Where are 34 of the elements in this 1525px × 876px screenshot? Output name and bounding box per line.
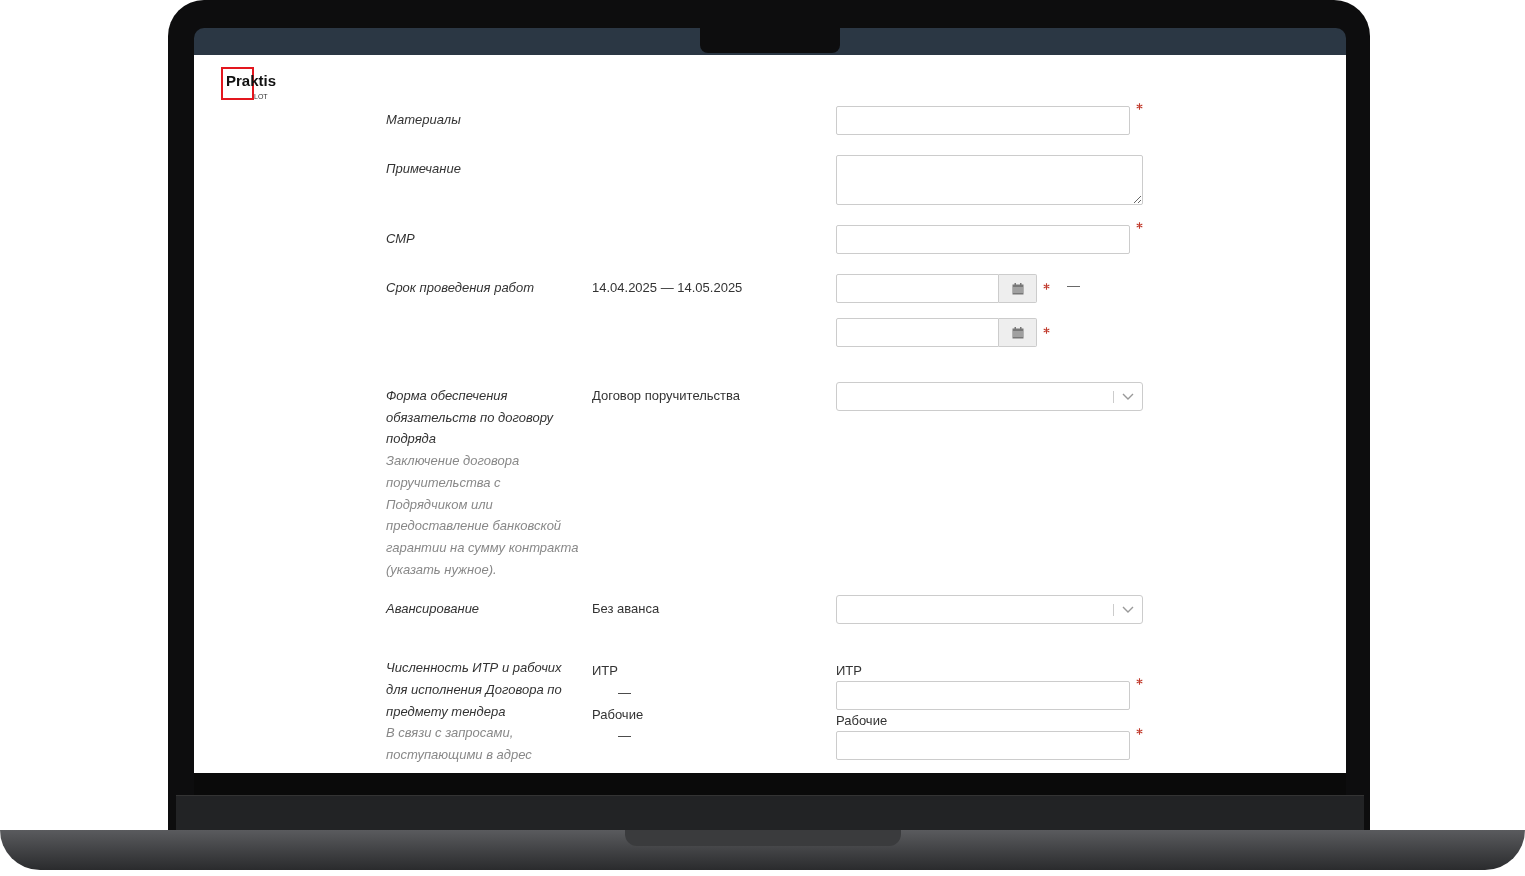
text-input[interactable]	[836, 106, 1130, 135]
field-label: Материалы	[386, 111, 462, 129]
field-label: Форма обеспечения обязательств по договору подряда	[386, 387, 555, 449]
field-label: Авансирование	[386, 600, 481, 619]
calendar-icon	[1011, 282, 1024, 295]
chevron-down-icon	[1122, 392, 1134, 401]
field-label: Срок проведения работ	[386, 279, 535, 297]
date-input[interactable]	[836, 318, 999, 347]
field-value: Без аванса	[592, 600, 661, 619]
field-label: Примечание	[386, 160, 462, 178]
text-input[interactable]	[836, 225, 1130, 254]
chevron-down-icon	[1122, 605, 1134, 614]
date-input[interactable]	[836, 274, 999, 303]
range-separator: —	[1067, 278, 1080, 293]
count-value: —	[617, 684, 632, 703]
number-input[interactable]	[836, 731, 1130, 761]
select-dropdown[interactable]	[836, 595, 1143, 625]
textarea-field[interactable]	[836, 155, 1143, 205]
number-input[interactable]	[836, 681, 1130, 711]
field-label: Численность ИТР и рабочих для исполнения Договора по предмету тендера	[386, 659, 563, 721]
count-label: ИТР	[592, 662, 619, 681]
count-label: Рабочие	[592, 705, 645, 724]
calendar-button[interactable]	[999, 274, 1037, 303]
field-hint: В связи с запросами, поступающими в адрес	[386, 724, 533, 765]
field-hint: Заключение договора поручительства с Подрядчиком или предоставление банковской гарантии на сумму контракта (указать нужное).	[386, 452, 580, 579]
calendar-button[interactable]	[999, 318, 1037, 347]
select-dropdown[interactable]	[836, 382, 1143, 411]
input-label: Рабочие	[836, 712, 889, 731]
field-label: СМР	[386, 230, 416, 248]
calendar-icon	[1011, 326, 1024, 339]
field-value: Договор поручительства	[592, 387, 741, 405]
field-value: 14.04.2025 — 14.05.2025	[592, 279, 744, 297]
input-label: ИТР	[836, 662, 863, 681]
count-value: —	[617, 727, 632, 746]
